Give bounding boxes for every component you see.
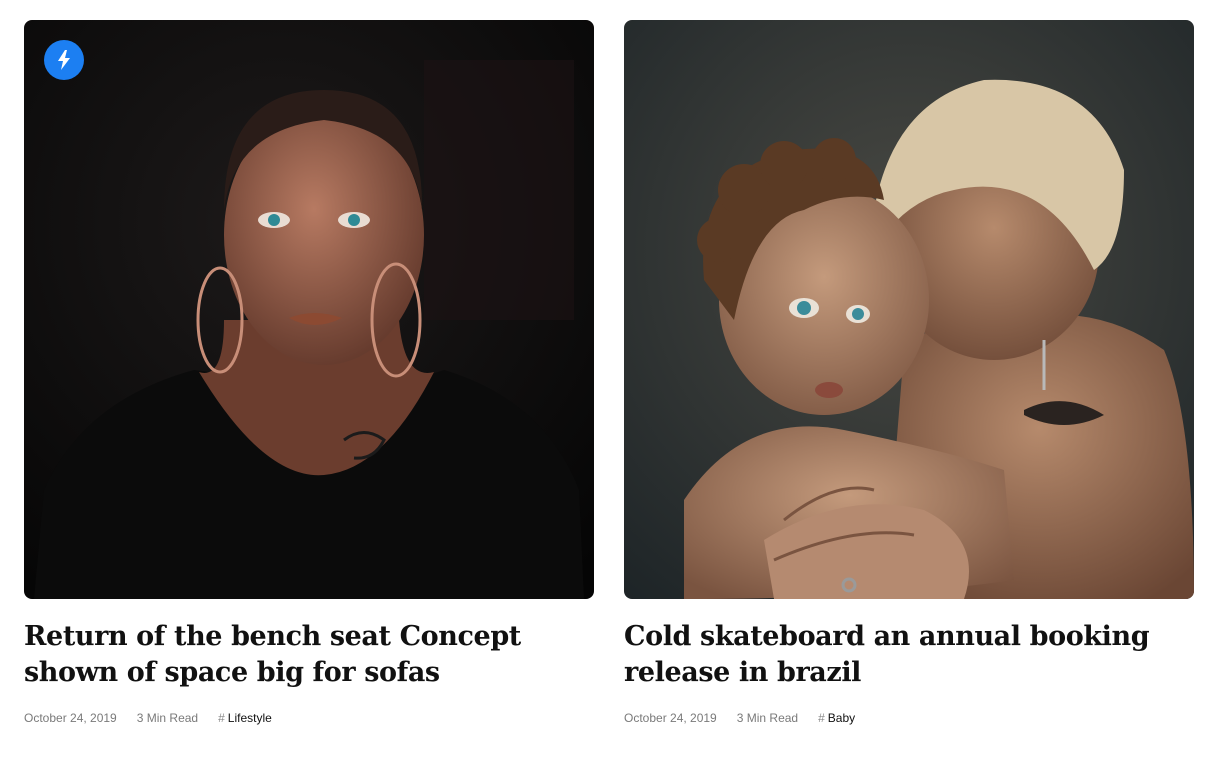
hash-icon: # bbox=[218, 711, 225, 725]
post-date: October 24, 2019 bbox=[24, 711, 117, 725]
post-card: Return of the bench seat Concept shown o… bbox=[24, 20, 594, 725]
post-card: Cold skateboard an annual booking releas… bbox=[624, 20, 1194, 725]
post-meta: October 24, 2019 3 Min Read # Lifestyle bbox=[24, 711, 594, 725]
post-title[interactable]: Return of the bench seat Concept shown o… bbox=[24, 619, 594, 691]
woman-portrait-icon bbox=[24, 20, 594, 599]
post-date: October 24, 2019 bbox=[624, 711, 717, 725]
post-category-link[interactable]: Baby bbox=[828, 711, 855, 725]
post-read-time: 3 Min Read bbox=[736, 711, 799, 725]
mother-child-portrait-icon bbox=[624, 20, 1194, 599]
post-thumbnail-link[interactable] bbox=[24, 20, 594, 599]
post-meta: October 24, 2019 3 Min Read # Baby bbox=[624, 711, 1194, 725]
post-category-link[interactable]: Lifestyle bbox=[228, 711, 272, 725]
hash-icon: # bbox=[818, 711, 825, 725]
post-read-time: 3 Min Read bbox=[136, 711, 199, 725]
post-grid: Return of the bench seat Concept shown o… bbox=[24, 20, 1194, 725]
lightning-icon[interactable] bbox=[44, 40, 84, 80]
lightning-glyph bbox=[58, 50, 70, 70]
post-thumbnail-link[interactable] bbox=[624, 20, 1194, 599]
post-title[interactable]: Cold skateboard an annual booking releas… bbox=[624, 619, 1194, 691]
